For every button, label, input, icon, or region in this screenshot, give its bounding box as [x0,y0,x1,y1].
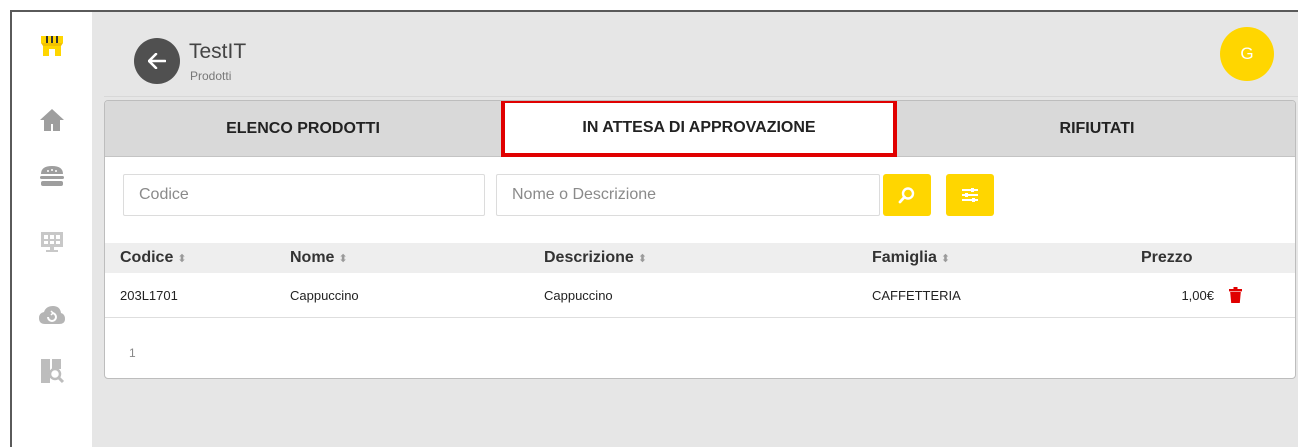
trash-icon [1229,287,1242,303]
search-button[interactable] [883,174,931,216]
filter-settings-button[interactable] [946,174,994,216]
shop-icon[interactable] [36,30,68,62]
pagination-page-1[interactable]: 1 [129,346,136,360]
sort-icon: ⬍ [177,253,187,265]
cloud-sync-icon[interactable] [36,299,68,331]
home-icon[interactable] [36,104,68,136]
cell-famiglia: CAFFETTERIA [872,288,961,303]
name-description-search-input[interactable] [496,174,880,216]
breadcrumb: Prodotti [190,69,232,83]
table-header: Codice ⬍ Nome ⬍ Descrizione ⬍ Famiglia ⬍ Pre… [105,243,1295,273]
column-header-descrizione[interactable]: Descrizione ⬍ [544,243,647,273]
burger-icon[interactable] [36,160,68,192]
tab-rifiutati[interactable]: RIFIUTATI [897,101,1295,157]
column-header-nome[interactable]: Nome ⬍ [290,243,348,273]
main-area: TestIT Prodotti G ELENCO PRODOTTI RIFIUT… [92,12,1298,447]
delete-button[interactable] [1229,287,1242,308]
page-title: TestIT [189,40,247,63]
sidebar [12,12,92,447]
search-icon [898,187,915,204]
products-card: ELENCO PRODOTTI RIFIUTATI IN ATTESA DI A… [104,100,1296,379]
tab-elenco-prodotti[interactable]: ELENCO PRODOTTI [105,101,501,157]
arrow-left-icon [148,53,166,69]
avatar[interactable]: G [1220,27,1274,81]
cell-descrizione: Cappuccino [544,288,613,303]
back-button[interactable] [134,38,180,84]
table-row[interactable]: 203L1701 Cappuccino Cappuccino CAFFETTER… [105,273,1295,318]
column-header-famiglia[interactable]: Famiglia ⬍ [872,243,950,273]
search-doc-icon[interactable] [36,355,68,387]
cell-nome: Cappuccino [290,288,359,303]
sliders-icon [962,188,978,202]
sort-icon: ⬍ [338,253,348,265]
app-frame: TestIT Prodotti G ELENCO PRODOTTI RIFIUT… [10,10,1298,447]
code-search-input[interactable] [123,174,485,216]
cell-codice: 203L1701 [120,288,178,303]
sort-icon: ⬍ [940,253,951,265]
tab-bar: ELENCO PRODOTTI RIFIUTATI IN ATTESA DI A… [105,101,1295,157]
cell-prezzo: 1,00€ [1181,288,1214,303]
column-header-codice[interactable]: Codice ⬍ [120,243,187,273]
header-divider [104,96,1298,97]
column-header-prezzo: Prezzo [1141,249,1193,266]
tab-in-attesa-di-approvazione[interactable]: IN ATTESA DI APPROVAZIONE [501,101,897,157]
sort-icon: ⬍ [637,253,648,265]
monitor-icon[interactable] [36,226,68,258]
